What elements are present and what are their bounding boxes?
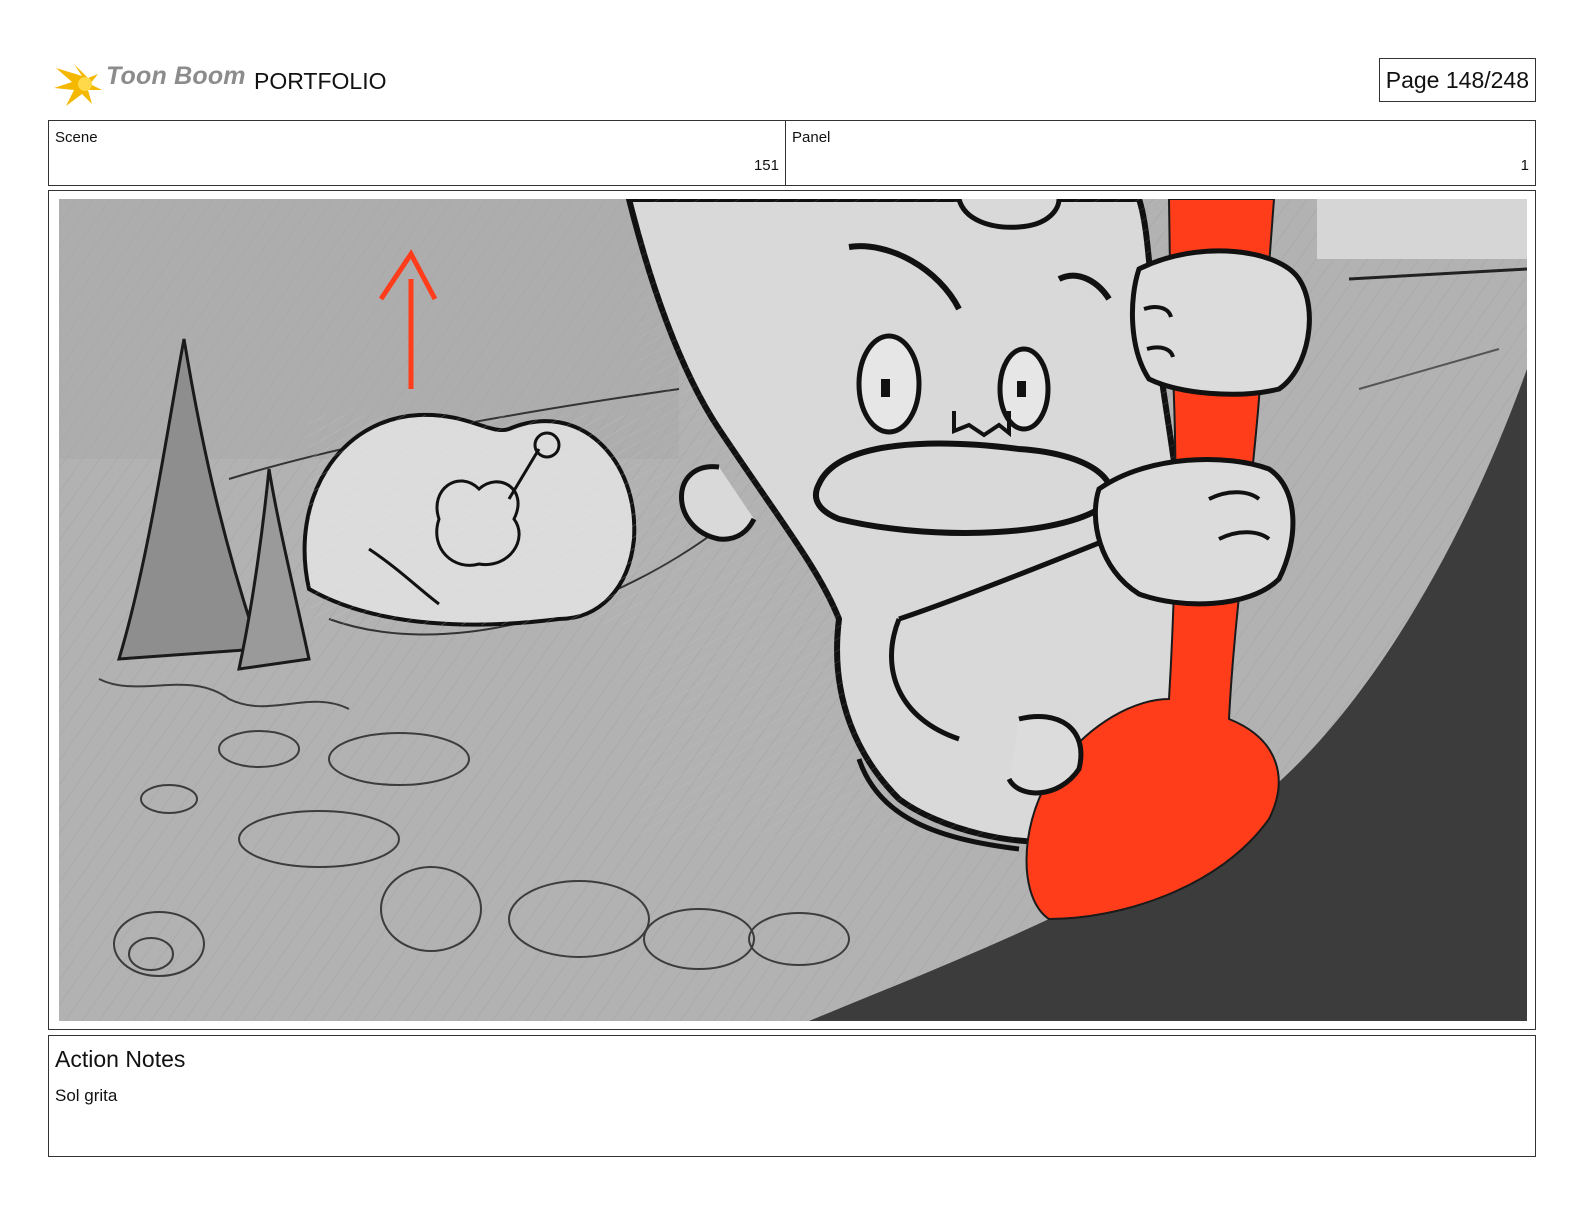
scene-cell: Scene 151 xyxy=(49,121,786,185)
page-header: Toon Boom PORTFOLIO Page 148/248 xyxy=(48,52,1536,108)
toon-boom-logo-icon xyxy=(54,64,102,106)
action-notes-body: Sol grita xyxy=(55,1086,118,1105)
storyboard-sketch xyxy=(59,199,1527,1021)
action-notes-title: Action Notes xyxy=(55,1046,186,1072)
panel-value: 1 xyxy=(1520,157,1529,174)
action-notes: Action Notes Sol grita xyxy=(48,1035,1536,1157)
scene-panel-info: Scene 151 Panel 1 xyxy=(48,120,1536,186)
scene-value: 151 xyxy=(753,157,779,174)
panel-cell: Panel 1 xyxy=(786,121,1535,185)
storyboard-frame xyxy=(48,190,1536,1030)
page-indicator: Page 148/248 xyxy=(1378,58,1536,102)
brand-name: Toon Boom xyxy=(106,62,246,90)
app-name: PORTFOLIO xyxy=(254,68,387,94)
scene-label: Scene xyxy=(55,129,98,146)
panel-label: Panel xyxy=(792,129,831,146)
